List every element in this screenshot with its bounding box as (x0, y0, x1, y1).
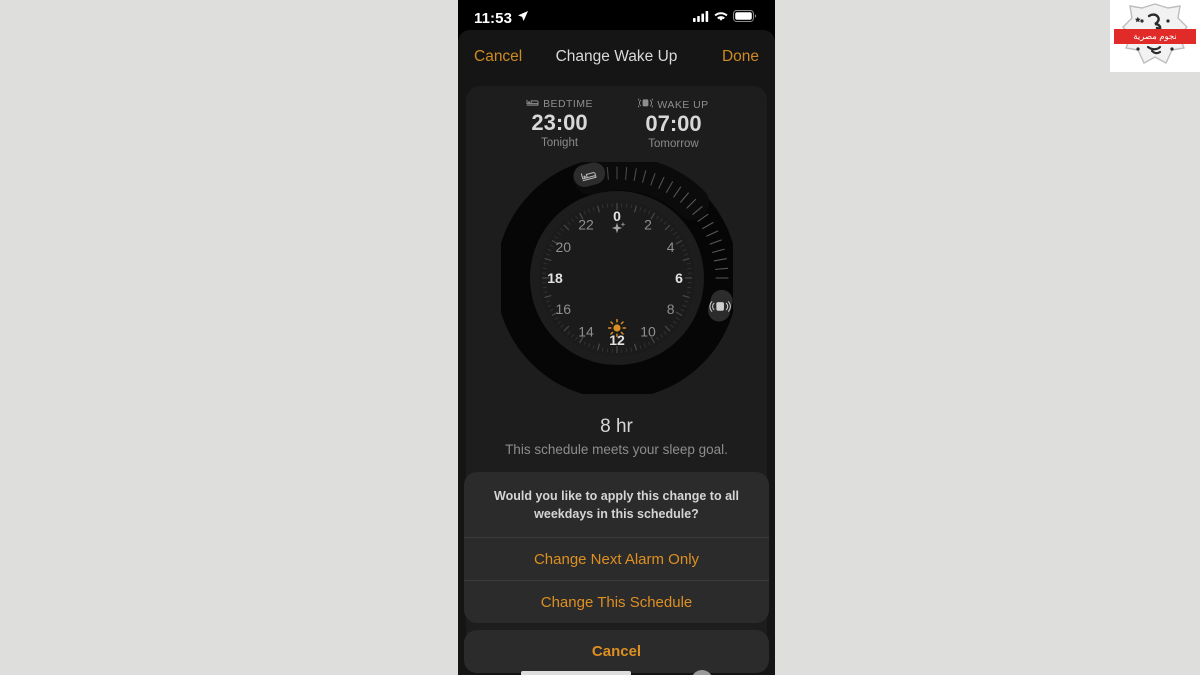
battery-icon (733, 9, 757, 27)
sleep-dial-container: 0 2 4 6 8 10 12 14 16 18 20 22 (466, 162, 767, 402)
dial-hour-label-8: 8 (666, 301, 674, 317)
status-bar-clock: 11:53 (474, 9, 513, 27)
watermark-logo: نجوم مصرية (1110, 0, 1200, 72)
duration-value: 8 hr (600, 416, 633, 437)
bedtime-summary: BEDTIME 23:00 Tonight (516, 98, 604, 150)
location-arrow-icon (517, 9, 529, 27)
action-sheet: Would you like to apply this change to a… (464, 471, 769, 673)
dial-hour-label-4: 4 (666, 239, 674, 255)
below-content-bar (520, 671, 631, 675)
dial-hour-label-0: 0 (613, 208, 621, 224)
change-this-schedule-button[interactable]: Change This Schedule (464, 580, 769, 623)
action-sheet-options: Would you like to apply this change to a… (464, 471, 769, 623)
bed-icon (526, 98, 539, 110)
cellular-signal-icon (693, 9, 709, 27)
wakeup-heading: WAKE UP (630, 98, 718, 111)
dial-hour-label-10: 10 (640, 324, 656, 340)
action-sheet-message: Would you like to apply this change to a… (494, 488, 739, 521)
wifi-icon (714, 9, 728, 27)
duration-note: This schedule meets your sleep goal. (505, 442, 728, 457)
phone-screen: 11:53 Cancel Change Wake Up Done BEDTIME… (458, 0, 775, 675)
bedtime-label: BEDTIME (543, 98, 593, 110)
status-bar-right (693, 9, 757, 27)
watermark-ribbon-text: نجوم مصرية (1114, 29, 1196, 44)
below-content-circle (690, 669, 713, 675)
cancel-button[interactable]: Cancel (474, 48, 522, 66)
alarm-bell-icon (637, 98, 655, 111)
schedule-summary: BEDTIME 23:00 Tonight WAKE UP 07:00 Tomo… (466, 86, 767, 150)
sleep-schedule-dial[interactable]: 0246810121416182022 (500, 162, 733, 394)
status-bar-left: 11:53 (474, 9, 529, 27)
dial-hour-label-6: 6 (675, 270, 683, 286)
partially-visible-content-below (464, 667, 769, 675)
dial-hour-label-16: 16 (555, 301, 571, 317)
sleep-duration-block: 8 hr This schedule meets your sleep goal… (466, 416, 767, 457)
done-button[interactable]: Done (722, 48, 759, 66)
dial-hour-label-18: 18 (547, 270, 563, 286)
dial-hour-label-20: 20 (555, 239, 571, 255)
dial-hour-label-22: 22 (578, 216, 594, 232)
dial-hour-label-2: 2 (644, 216, 652, 232)
bedtime-heading: BEDTIME (516, 98, 604, 110)
dial-hour-label-14: 14 (578, 324, 594, 340)
wakeup-label: WAKE UP (657, 98, 709, 111)
bedtime-value: 23:00 (531, 110, 588, 135)
bedtime-day: Tonight (540, 136, 579, 149)
navigation-bar: Cancel Change Wake Up Done (458, 30, 775, 84)
screenshot-stage: 11:53 Cancel Change Wake Up Done BEDTIME… (0, 0, 1200, 675)
wakeup-value: 07:00 (645, 111, 702, 136)
sun-icon (607, 318, 626, 338)
wakeup-summary: WAKE UP 07:00 Tomorrow (630, 98, 718, 150)
change-next-alarm-only-button[interactable]: Change Next Alarm Only (464, 537, 769, 580)
wakeup-day: Tomorrow (648, 137, 699, 150)
